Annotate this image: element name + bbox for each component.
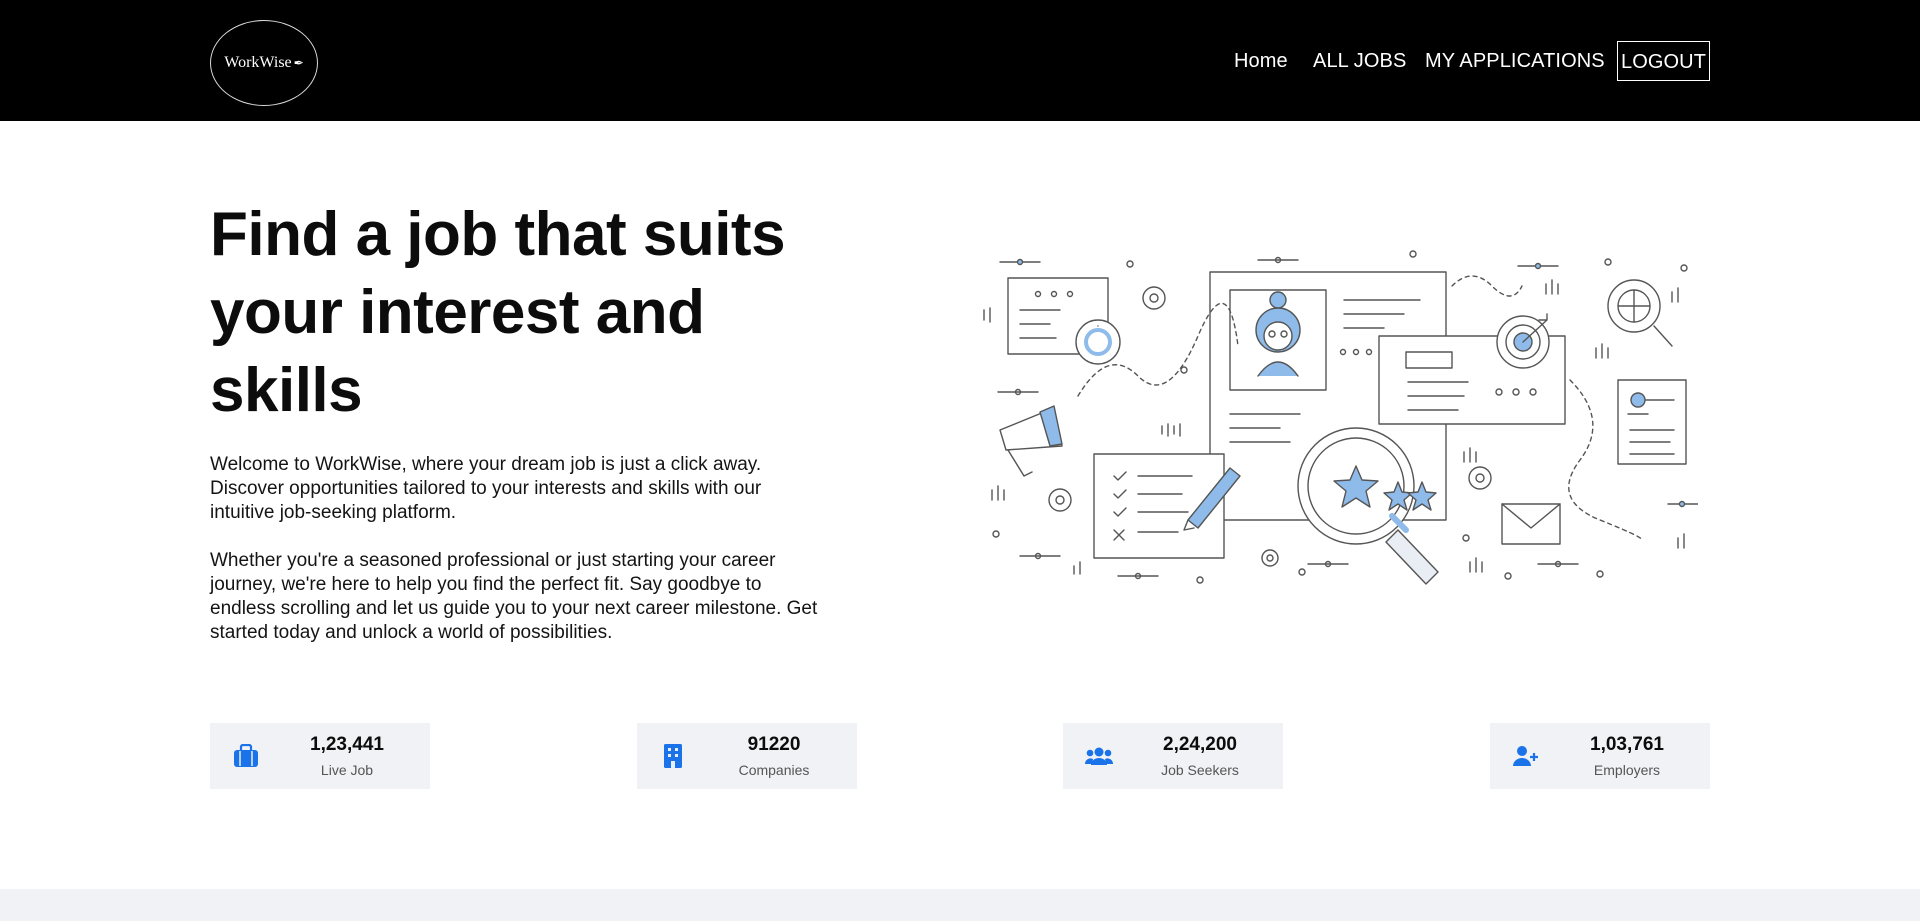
stat-value: 91220 (747, 734, 801, 755)
stat-label: Live Job (320, 762, 374, 778)
stat-value: 1,03,761 (1590, 734, 1664, 755)
hero-title: Find a job that suits your interest and … (210, 200, 786, 425)
stat-card-companies: 91220 Companies (637, 723, 857, 789)
users-icon (1077, 734, 1121, 778)
logout-button[interactable]: LOGOUT (1617, 41, 1710, 81)
job-search-illustration (983, 250, 1698, 585)
nav-my-applications-link[interactable]: MY APPLICATIONS (1425, 41, 1605, 81)
hero-intro-paragraph: Welcome to WorkWise, where your dream jo… (210, 454, 762, 523)
nav-all-jobs-link[interactable]: ALL JOBS (1313, 41, 1406, 81)
stat-card-employers: 1,03,761 Employers (1490, 723, 1710, 789)
stat-value: 1,23,441 (310, 734, 384, 755)
briefcase-icon (224, 734, 268, 778)
user-plus-icon (1504, 734, 1548, 778)
stat-value: 2,24,200 (1163, 734, 1237, 755)
footer-band (0, 889, 1920, 921)
stat-card-job-seekers: 2,24,200 Job Seekers (1063, 723, 1283, 789)
top-navbar: WorkWise ✒ Home ALL JOBS MY APPLICATIONS … (0, 0, 1920, 121)
main-nav: Home ALL JOBS MY APPLICATIONS LOGOUT (0, 41, 1920, 81)
stat-label: Companies (738, 762, 810, 778)
stat-label: Job Seekers (1161, 762, 1239, 778)
stat-card-live-jobs: 1,23,441 Live Job (210, 723, 430, 789)
nav-home-link[interactable]: Home (1234, 41, 1288, 81)
stat-label: Employers (1593, 762, 1661, 778)
hero-secondary-paragraph: Whether you're a seasoned professional o… (210, 550, 818, 643)
building-icon (651, 734, 695, 778)
